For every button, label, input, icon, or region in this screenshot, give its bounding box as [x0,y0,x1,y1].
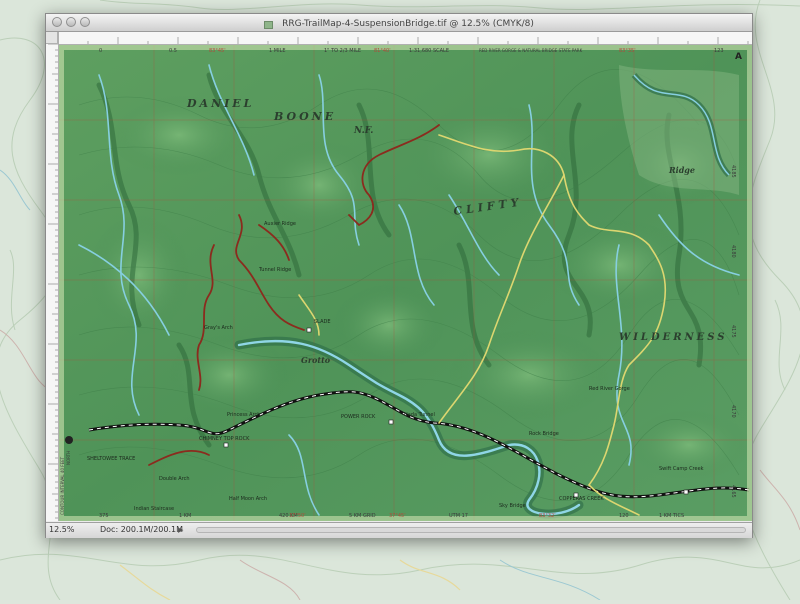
title-bar[interactable]: RRG-TrailMap-4-SuspensionBridge.tif @ 12… [46,14,752,32]
document-icon [264,20,274,29]
label-grays-arch: Gray's Arch [204,325,233,331]
map-footer-info-0: 1 KM [179,513,191,519]
zoom-level[interactable]: 12.5% [49,525,74,534]
map-sheet-letter: A [735,52,742,62]
label-half-moon-arch: Half Moon Arch [229,496,267,502]
grid-number-12: 4180 [730,245,736,258]
north-label: NORTH [66,451,71,465]
map-label-grotto: Grotto [301,355,331,365]
map-label-daniel: DANIEL [186,97,254,110]
map-label-boone: BOONE [273,110,336,123]
grid-number-2: 83°45' [209,48,226,54]
grid-number-1: 0.5 [169,48,177,54]
image-canvas[interactable]: DANIEL BOONE N.F. CLIFTY WILDERNESS Ridg… [59,45,752,521]
map-header-info-3: RED RIVER GORGE & NATURAL BRIDGE STATE P… [479,48,583,53]
map-footer-info-2: 5 KM GRID [349,513,376,519]
label-auxier-ridge: Auxier Ridge [264,221,296,227]
contour-interval-note: CONTOUR INTERVAL 40 FEET [60,456,65,515]
horizontal-scrollbar[interactable] [196,527,746,533]
grid-number-0: 0 [99,48,102,54]
grid-number-11: 4185 [730,165,736,178]
grid-number-5: 37°45' [389,513,406,519]
label-double-arch: Double Arch [159,476,190,482]
map-footer-info-3: UTM 17 [449,513,468,519]
image-window: RRG-TrailMap-4-SuspensionBridge.tif @ 12… [45,13,753,538]
grid-number-7: 83°35' [619,48,636,54]
map-header-info-2: 1:31,680 SCALE [409,48,449,54]
status-menu-arrow-icon[interactable]: ▶ [178,526,183,534]
document-size: Doc: 200.1M/200.1M [100,525,183,534]
label-copperas-creek: COPPERAS CREEK [559,496,604,502]
trail-map: DANIEL BOONE N.F. CLIFTY WILDERNESS Ridg… [59,45,752,521]
status-bar: 12.5% Doc: 200.1M/200.1M ▶ [46,522,752,538]
grid-number-6: 83°32' [539,513,556,519]
label-sheltowee-trace: SHELTOWEE TRACE [87,456,135,462]
north-arrow-icon [65,436,73,444]
label-princess-arch: Princess Arch [227,412,260,418]
map-label-wilderness: WILDERNESS [619,332,728,343]
grid-number-4: 37°50' [289,513,306,519]
grid-number-3: 81°40' [374,48,391,54]
label-rock-bridge: Rock Bridge [529,431,559,437]
grid-number-9: 123 [714,48,724,54]
label-slade: SLADE [314,319,331,325]
grid-number-13: 4175 [730,325,736,338]
label-sky-bridge: Sky Bridge [499,503,526,509]
label-tunnel-ridge: Tunnel Ridge [258,267,291,273]
label-power-rock: POWER ROCK [341,414,376,420]
grid-number-15: 4165 [730,485,736,498]
map-header-info-0: 1 MILE [269,48,286,54]
map-label-ridge: Ridge [668,165,695,175]
horizontal-ruler[interactable] [58,32,752,45]
grid-number-8: 120 [619,513,629,519]
window-title: RRG-TrailMap-4-SuspensionBridge.tif @ 12… [282,19,534,29]
label-indian-staircase: Indian Staircase [134,506,174,512]
label-chimney-top-rock: CHIMNEY TOP ROCK [199,436,250,442]
window-title-area: RRG-TrailMap-4-SuspensionBridge.tif @ 12… [46,14,752,31]
map-label-nf: N.F. [353,126,373,136]
map-footer-info-4: 1 KM TICS [659,513,684,519]
grid-number-14: 4170 [730,405,736,418]
label-red-river-gorge: Red River Gorge [589,386,630,392]
map-header-info-1: 1" TO 2/3 MILE [324,48,361,54]
label-swift-camp-creek: Swift Camp Creek [659,466,704,472]
vertical-ruler[interactable] [46,32,59,521]
grid-number-10: 375 [99,513,109,519]
label-nada-tunnel: Nada Tunnel [404,412,435,418]
ruler-origin[interactable] [46,32,58,44]
